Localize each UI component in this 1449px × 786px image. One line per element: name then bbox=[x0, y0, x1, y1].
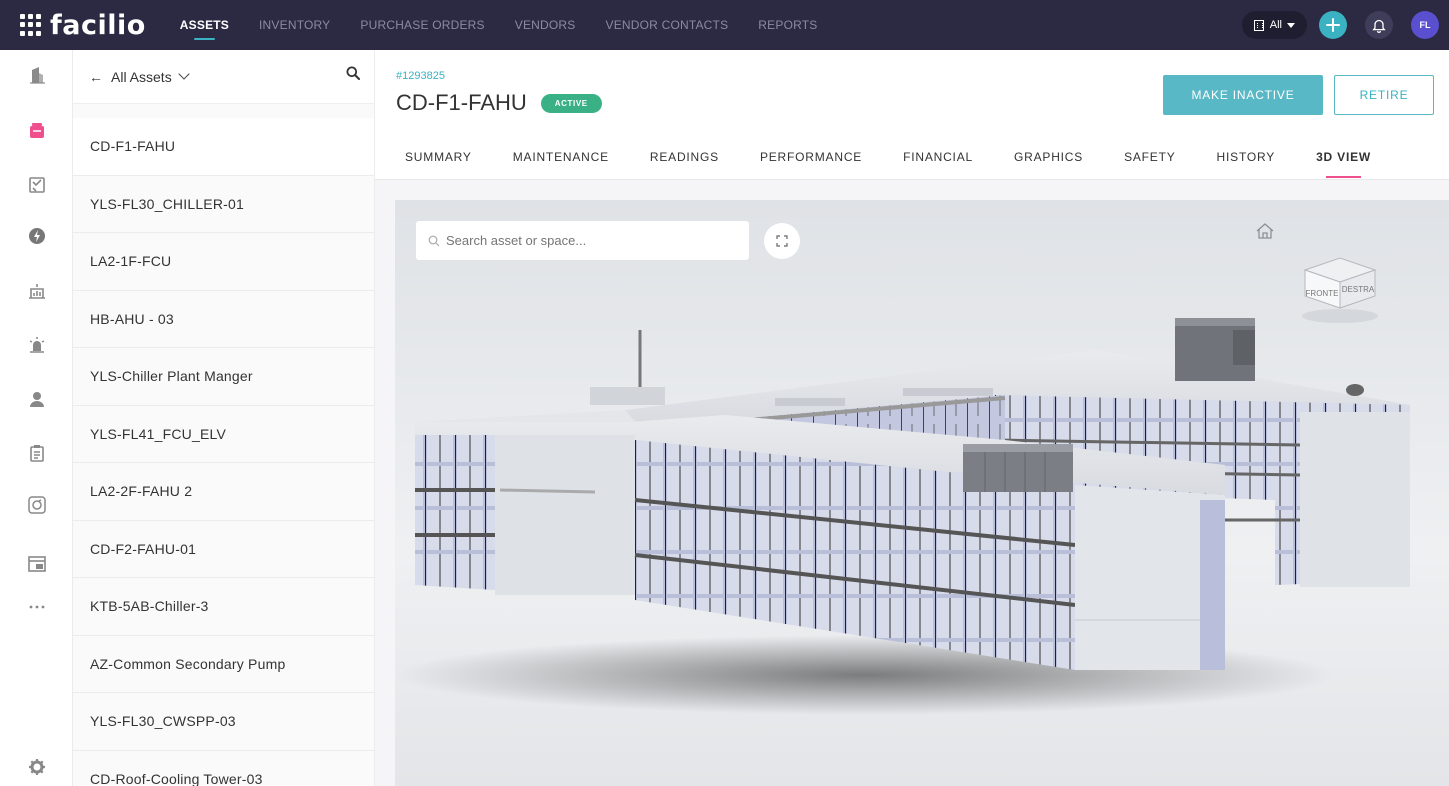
app-launcher-icon[interactable] bbox=[20, 14, 42, 36]
fullscreen-button[interactable] bbox=[764, 223, 800, 259]
asset-list-item[interactable]: LA2-2F-FAHU 2 bbox=[73, 463, 374, 521]
search-icon[interactable] bbox=[346, 66, 360, 80]
top-right-controls: All FL bbox=[1241, 0, 1439, 50]
nav-vendors[interactable]: VENDORS bbox=[515, 0, 576, 50]
view-cube[interactable]: FRONTE DESTRA bbox=[1300, 250, 1380, 325]
asset-list-panel: ← All Assets CD-F1-FAHU YLS-FL30_CHILLER… bbox=[73, 50, 375, 786]
alarm-icon[interactable] bbox=[28, 336, 46, 354]
nav-reports[interactable]: REPORTS bbox=[758, 0, 817, 50]
gear-icon[interactable] bbox=[28, 758, 46, 776]
asset-list-item[interactable]: YLS-FL30_CWSPP-03 bbox=[73, 693, 374, 751]
asset-view-selector[interactable]: All Assets bbox=[111, 69, 172, 85]
top-bar: facilio ASSETS INVENTORY PURCHASE ORDERS… bbox=[0, 0, 1449, 50]
asset-list-item[interactable]: CD-Roof-Cooling Tower-03 bbox=[73, 750, 374, 786]
building-icon[interactable] bbox=[28, 66, 46, 84]
back-arrow-icon[interactable]: ← bbox=[89, 69, 103, 85]
module-rail bbox=[0, 50, 73, 786]
tab-3d-view[interactable]: 3D VIEW bbox=[1316, 150, 1371, 178]
nav-assets[interactable]: ASSETS bbox=[180, 0, 229, 50]
viewcube-front-label[interactable]: FRONTE bbox=[1306, 289, 1339, 298]
workorder-icon[interactable] bbox=[28, 176, 46, 194]
viewer-search[interactable] bbox=[416, 221, 749, 260]
asset-list-item[interactable]: HB-AHU - 03 bbox=[73, 290, 374, 348]
viewer-search-input[interactable] bbox=[446, 233, 726, 248]
asset-list-item[interactable]: YLS-Chiller Plant Manger bbox=[73, 348, 374, 406]
tab-graphics[interactable]: GRAPHICS bbox=[1014, 150, 1083, 178]
home-icon[interactable] bbox=[1255, 222, 1275, 240]
tab-history[interactable]: HISTORY bbox=[1217, 150, 1276, 178]
energy-icon[interactable] bbox=[28, 227, 46, 245]
layout-icon[interactable] bbox=[28, 555, 46, 573]
tab-summary[interactable]: SUMMARY bbox=[405, 150, 472, 178]
asset-list-item[interactable]: YLS-FL30_CHILLER-01 bbox=[73, 175, 374, 233]
viewcube-right-label[interactable]: DESTRA bbox=[1342, 285, 1375, 294]
tab-readings[interactable]: READINGS bbox=[650, 150, 719, 178]
tab-performance[interactable]: PERFORMANCE bbox=[760, 150, 862, 178]
people-icon[interactable] bbox=[28, 390, 46, 408]
search-icon bbox=[428, 235, 440, 246]
asset-list-item[interactable]: KTB-5AB-Chiller-3 bbox=[73, 578, 374, 636]
clipboard-icon[interactable] bbox=[28, 444, 46, 462]
brand-logo[interactable]: facilio bbox=[50, 10, 146, 41]
asset-list-item[interactable]: CD-F2-FAHU-01 bbox=[73, 520, 374, 578]
asset-title-row: CD-F1-FAHU ACTIVE bbox=[396, 90, 602, 116]
asset-list-item[interactable]: AZ-Common Secondary Pump bbox=[73, 635, 374, 693]
inbox-icon[interactable] bbox=[28, 122, 46, 140]
tab-maintenance[interactable]: MAINTENANCE bbox=[513, 150, 609, 178]
chevron-down-icon[interactable] bbox=[178, 68, 190, 80]
dashboard-icon[interactable] bbox=[28, 282, 46, 300]
tab-safety[interactable]: SAFETY bbox=[1124, 150, 1175, 178]
bell-icon bbox=[1372, 19, 1386, 33]
make-inactive-button[interactable]: MAKE INACTIVE bbox=[1163, 75, 1323, 115]
3d-model-viewer[interactable]: FRONTE DESTRA bbox=[395, 200, 1449, 786]
caret-down-icon bbox=[1287, 22, 1295, 28]
retire-button[interactable]: RETIRE bbox=[1334, 75, 1434, 115]
nav-purchase-orders[interactable]: PURCHASE ORDERS bbox=[360, 0, 484, 50]
asset-cycle-icon[interactable] bbox=[28, 496, 46, 514]
asset-list-header: ← All Assets bbox=[73, 50, 374, 104]
page-title: CD-F1-FAHU bbox=[396, 90, 527, 115]
building-icon bbox=[1253, 19, 1264, 31]
plus-icon bbox=[1326, 18, 1340, 32]
site-selector[interactable]: All bbox=[1241, 11, 1307, 39]
more-icon[interactable] bbox=[28, 598, 46, 616]
asset-list-item[interactable]: YLS-FL41_FCU_ELV bbox=[73, 405, 374, 463]
building-3d-model[interactable] bbox=[395, 200, 1449, 786]
asset-list-item[interactable]: CD-F1-FAHU bbox=[73, 118, 374, 176]
detail-tabs: SUMMARY MAINTENANCE READINGS PERFORMANCE… bbox=[405, 150, 1412, 178]
record-id: #1293825 bbox=[396, 70, 445, 82]
asset-detail: #1293825 CD-F1-FAHU ACTIVE MAKE INACTIVE… bbox=[375, 50, 1449, 786]
main-nav: ASSETS INVENTORY PURCHASE ORDERS VENDORS… bbox=[180, 0, 848, 50]
tab-financial[interactable]: FINANCIAL bbox=[903, 150, 973, 178]
status-badge: ACTIVE bbox=[540, 93, 602, 113]
notifications-button[interactable] bbox=[1365, 11, 1393, 39]
nav-inventory[interactable]: INVENTORY bbox=[259, 0, 330, 50]
nav-vendor-contacts[interactable]: VENDOR CONTACTS bbox=[606, 0, 729, 50]
expand-icon bbox=[776, 235, 788, 247]
quick-create-button[interactable] bbox=[1319, 11, 1347, 39]
user-avatar[interactable]: FL bbox=[1411, 11, 1439, 39]
site-selector-label: All bbox=[1269, 19, 1282, 31]
asset-list-item[interactable]: LA2-1F-FCU bbox=[73, 233, 374, 291]
asset-header: #1293825 CD-F1-FAHU ACTIVE MAKE INACTIVE… bbox=[375, 50, 1449, 180]
